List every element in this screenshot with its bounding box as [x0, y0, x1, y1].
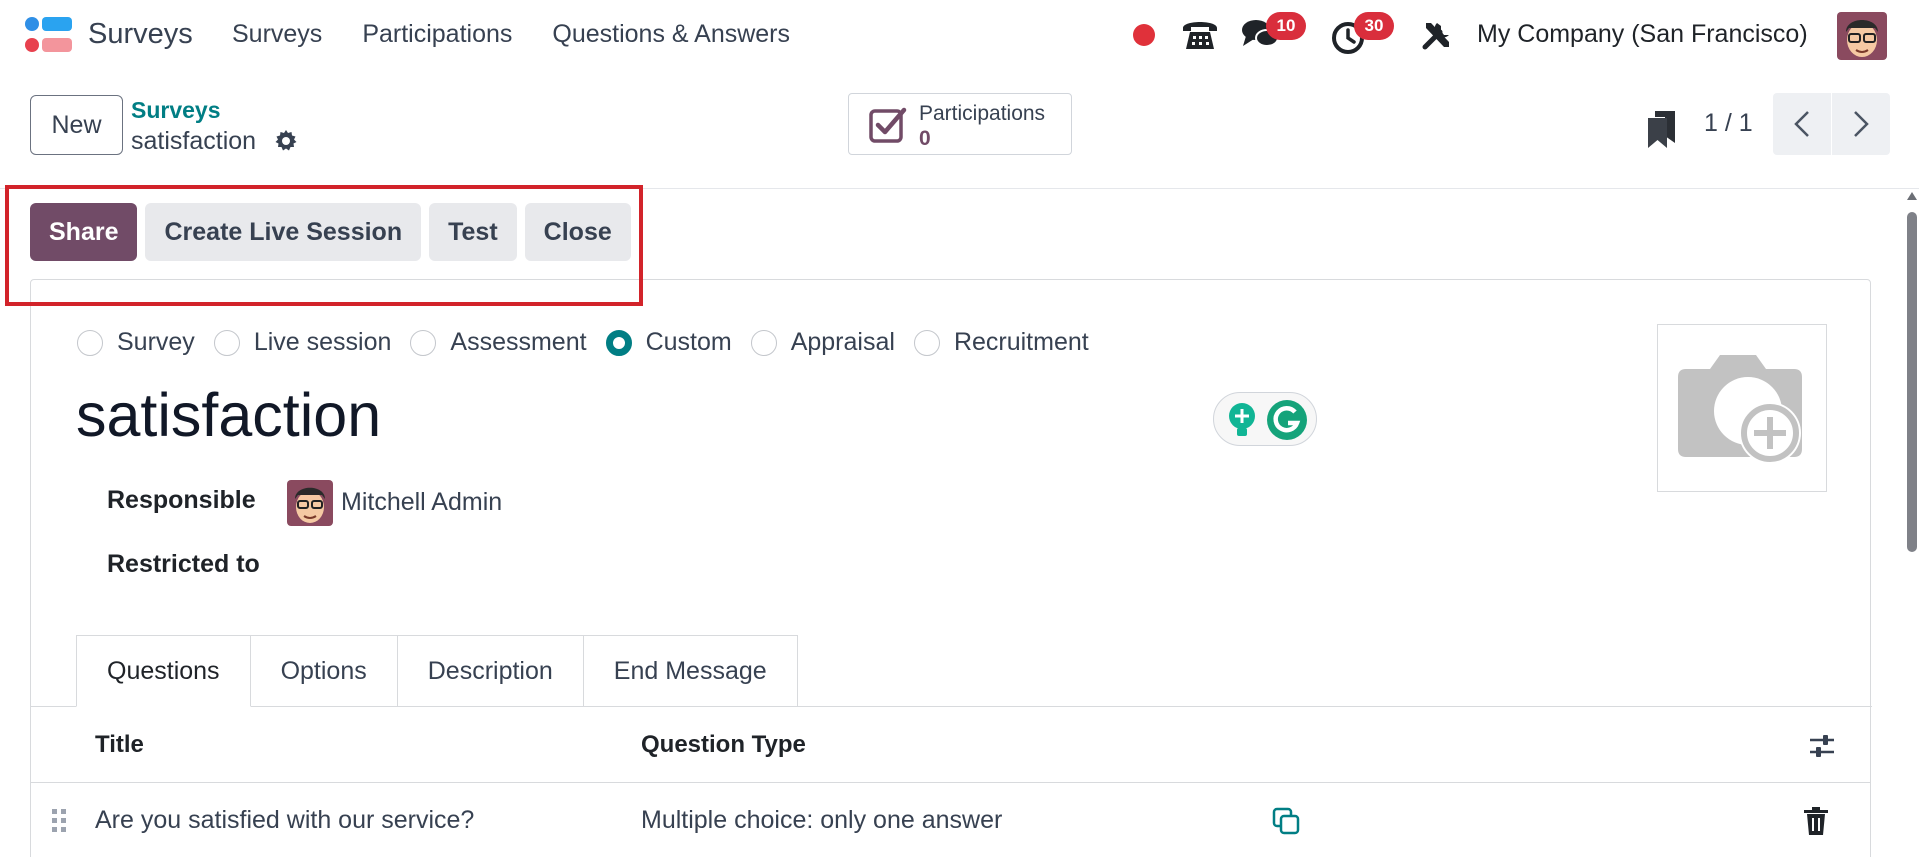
question-title-cell[interactable]: Are you satisfied with our service? [95, 806, 474, 835]
chevron-left-icon [1794, 111, 1809, 137]
tab-end-message[interactable]: End Message [583, 635, 798, 707]
responsible-value[interactable]: Mitchell Admin [341, 488, 502, 517]
tab-description[interactable]: Description [397, 635, 584, 707]
pager-value[interactable]: 1 / 1 [1704, 109, 1753, 138]
activities-badge: 30 [1354, 12, 1394, 40]
smart-button-value: 0 [919, 127, 931, 150]
responsible-avatar[interactable] [287, 480, 333, 526]
radio-assessment[interactable]: Assessment [410, 328, 587, 357]
participations-smart-button[interactable]: Participations 0 [848, 93, 1072, 155]
radio-button[interactable] [77, 329, 103, 356]
radio-button[interactable] [213, 329, 240, 356]
survey-image-upload[interactable] [1657, 324, 1827, 492]
column-header-title[interactable]: Title [95, 731, 144, 759]
table-header: Title Question Type [31, 707, 1870, 783]
tab-questions[interactable]: Questions [76, 635, 251, 707]
debug-tools-icon[interactable] [1420, 18, 1454, 52]
notebook-tabs: Questions Options Description End Messag… [76, 635, 798, 707]
company-switcher[interactable]: My Company (San Francisco) [1477, 20, 1808, 49]
control-panel: New Surveys satisfaction Participations … [0, 73, 1919, 189]
drag-handle-icon[interactable] [51, 808, 67, 834]
vertical-scrollbar[interactable] [1905, 190, 1919, 857]
radio-button-selected[interactable] [605, 329, 632, 356]
new-button[interactable]: New [30, 95, 123, 155]
smart-button-label: Participations [919, 102, 1046, 125]
user-avatar[interactable] [1837, 12, 1887, 60]
pager-next-button[interactable] [1832, 93, 1890, 155]
app-logo-icon[interactable] [24, 16, 74, 54]
radio-live-session[interactable]: Live session [213, 328, 391, 357]
copy-icon[interactable] [1271, 806, 1301, 836]
gear-icon[interactable] [274, 129, 298, 153]
breadcrumb-surveys[interactable]: Surveys [131, 97, 221, 124]
chevron-right-icon [1854, 111, 1869, 137]
grammarly-icon[interactable] [1266, 399, 1308, 441]
responsible-label: Responsible [107, 486, 256, 514]
trash-icon[interactable] [1803, 806, 1829, 836]
form-sheet: Survey Live session Assessment Custom Ap… [30, 279, 1872, 857]
menu-participations[interactable]: Participations [362, 20, 512, 49]
top-navbar: Surveys Surveys Participations Questions… [0, 0, 1919, 73]
survey-title-field[interactable]: satisfaction [76, 380, 381, 450]
pager-previous-button[interactable] [1773, 93, 1831, 155]
radio-recruitment[interactable]: Recruitment [913, 328, 1089, 357]
lightbulb-icon[interactable] [1224, 401, 1260, 439]
radio-button[interactable] [913, 329, 940, 356]
restricted-to-label: Restricted to [107, 550, 260, 578]
table-row[interactable]: Are you satisfied with our service? Mult… [31, 784, 1870, 857]
radio-survey[interactable]: Survey [77, 328, 195, 357]
phone-icon[interactable] [1180, 16, 1220, 52]
camera-add-icon [1678, 355, 1802, 464]
survey-type-radio-group: Survey Live session Assessment Custom Ap… [77, 328, 1108, 357]
bookmark-icon[interactable] [1645, 109, 1679, 149]
scroll-up-arrow-icon[interactable] [1907, 192, 1917, 200]
menu-surveys[interactable]: Surveys [232, 20, 322, 49]
writing-assistant-widget[interactable] [1213, 392, 1317, 446]
app-name[interactable]: Surveys [88, 18, 193, 51]
messages-badge: 10 [1266, 12, 1306, 40]
sliders-icon[interactable] [1807, 731, 1837, 761]
radio-appraisal[interactable]: Appraisal [750, 328, 895, 357]
question-type-cell[interactable]: Multiple choice: only one answer [641, 806, 1002, 835]
breadcrumb-current-record: satisfaction [131, 127, 257, 155]
main-menu: Surveys Participations Questions & Answe… [232, 20, 790, 49]
scrollbar-thumb[interactable] [1907, 212, 1917, 552]
menu-questions-answers[interactable]: Questions & Answers [552, 20, 790, 49]
radio-button[interactable] [750, 329, 777, 356]
recording-indicator-icon[interactable] [1133, 24, 1155, 46]
annotation-highlight-box [5, 185, 643, 306]
radio-button[interactable] [410, 329, 437, 356]
checkbox-checked-icon [869, 107, 907, 143]
column-header-question-type[interactable]: Question Type [641, 731, 806, 759]
tab-options[interactable]: Options [250, 635, 398, 707]
radio-custom[interactable]: Custom [605, 328, 732, 357]
